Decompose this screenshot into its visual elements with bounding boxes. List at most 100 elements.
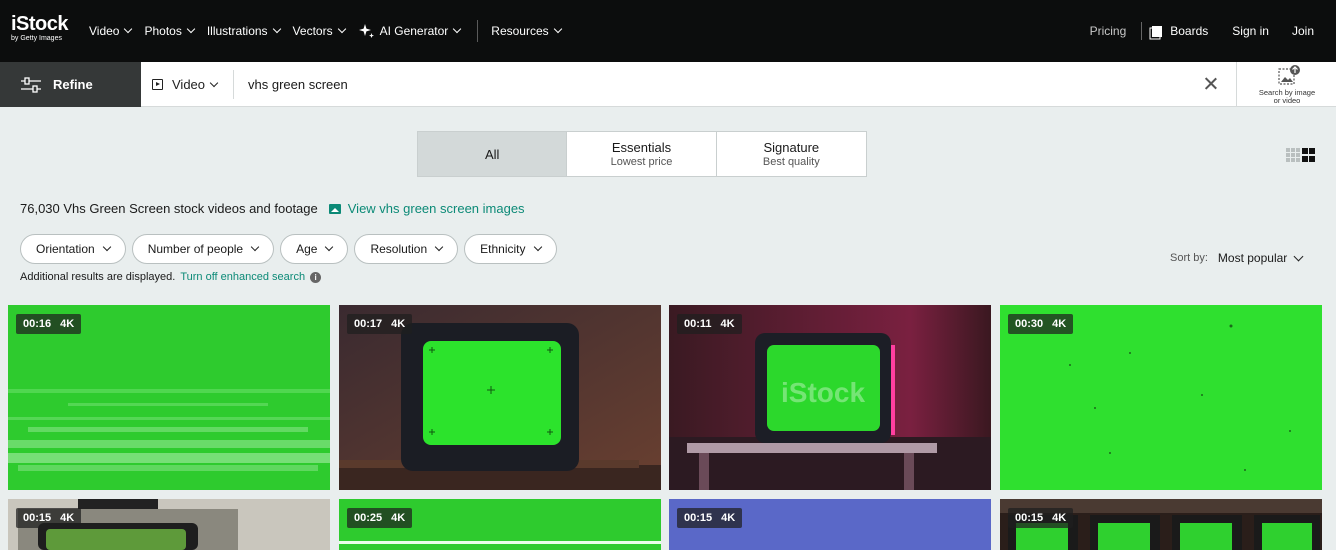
tab-essentials-label: Essentials [611,140,672,155]
filter-label: Resolution [370,242,428,256]
tab-signature-label: Signature [763,140,820,155]
video-thumbnail[interactable]: 00:15 4K [669,499,991,550]
nav-ai-generator[interactable]: AI Generator [358,23,462,40]
sort-dropdown[interactable]: Sort by: Most popular [1170,251,1304,265]
large-grid-icon[interactable] [1302,148,1316,162]
tab-essentials[interactable]: Essentials Lowest price [567,132,717,176]
quality-label: 4K [60,512,75,524]
svg-text:iStock: iStock [781,377,865,408]
quality-label: 4K [391,512,406,524]
chevron-down-icon [102,242,111,252]
video-thumbnail[interactable]: 00:30 4K [1000,305,1322,490]
filter-label: Orientation [36,242,95,256]
nav-video[interactable]: Video [89,24,133,38]
refine-label: Refine [53,77,93,92]
chevron-down-icon [250,242,260,252]
nav-links: Video Photos Illustrations Vectors AI Ge… [89,0,574,62]
quality-label: 4K [1052,512,1067,524]
small-grid-icon[interactable] [1286,148,1300,162]
istock-logo[interactable]: iStock by Getty Images [11,14,75,44]
filter-ethnicity[interactable]: Ethnicity [464,234,557,264]
quality-label: 4K [60,318,75,330]
video-thumbnail[interactable]: 00:15 4K [1000,499,1322,550]
grid-view-toggle [1284,148,1316,162]
refine-button[interactable]: Refine [0,62,141,107]
filter-orientation[interactable]: Orientation [20,234,126,264]
duration-badge: 00:30 4K [1008,314,1074,334]
search-by-image-label: Search by image or video [1258,88,1316,105]
tab-signature-subtitle: Best quality [762,156,820,168]
sparkle-icon [358,23,374,38]
nav-resources[interactable]: Resources [491,24,562,38]
enhanced-search-notice: Additional results are displayed. Turn o… [20,271,322,283]
duration-badge: 00:17 4K [347,314,413,334]
duration: 00:25 [354,512,383,524]
nav-divider [1141,22,1143,40]
chevron-down-icon [434,242,444,252]
info-icon[interactable]: i [310,271,322,283]
image-search-icon [1278,65,1300,85]
tab-all[interactable]: All [418,132,568,176]
filter-resolution[interactable]: Resolution [354,234,459,264]
sign-in-link[interactable]: Sign in [1232,24,1269,38]
video-thumbnail[interactable]: 00:16 4K [8,305,330,490]
video-thumbnail[interactable]: 00:17 4K [339,305,661,490]
divider [1236,62,1237,107]
chevron-down-icon [553,24,562,34]
enhanced-search-text: Additional results are displayed. [20,271,176,283]
view-images-label: View vhs green screen images [347,201,525,216]
sort-value: Most popular [1217,251,1288,265]
chevron-down-icon [272,24,281,34]
filter-bar: Orientation Number of people Age Resolut… [20,234,563,264]
duration-badge: 00:15 4K [1008,508,1074,528]
nav-illustrations[interactable]: Illustrations [207,24,281,38]
chevron-down-icon [209,78,219,87]
duration: 00:17 [354,318,383,330]
chevron-down-icon [453,24,462,34]
boards-icon [1152,25,1163,37]
nav-vectors[interactable]: Vectors [293,24,346,38]
license-tabs: All Essentials Lowest price Signature Be… [417,131,867,177]
join-link[interactable]: Join [1292,24,1314,38]
duration: 00:30 [1015,318,1044,330]
logo-subtitle: by Getty Images [11,35,62,42]
divider [233,70,234,99]
pricing-link[interactable]: Pricing [1090,24,1127,38]
duration-badge: 00:25 4K [347,508,413,528]
boards-label: Boards [1170,24,1209,38]
filter-age[interactable]: Age [280,234,349,264]
clear-search-icon[interactable] [1202,75,1220,93]
quality-label: 4K [391,318,406,330]
turn-off-enhanced-search-link[interactable]: Turn off enhanced search [180,271,305,283]
nav-account: Pricing Boards Sign in Join [1090,0,1314,62]
video-thumbnail[interactable]: 00:15 4K [8,499,330,550]
filter-label: Number of people [147,242,244,256]
chevron-down-icon [1293,251,1304,261]
video-play-icon [152,79,163,90]
top-nav: iStock by Getty Images Video Photos Illu… [0,0,1336,62]
filter-label: Ethnicity [480,242,526,256]
search-input[interactable] [248,70,1188,99]
duration-badge: 00:15 4K [16,508,82,528]
results-summary: 76,030 Vhs Green Screen stock videos and… [20,201,525,216]
view-images-link[interactable]: View vhs green screen images [328,201,525,216]
media-type-dropdown[interactable]: Video [152,62,219,107]
nav-ai-generator-label: AI Generator [379,24,449,38]
filter-number-of-people[interactable]: Number of people [131,234,275,264]
quality-label: 4K [720,318,735,330]
boards-link[interactable]: Boards [1152,24,1208,38]
media-type-label: Video [172,77,206,92]
nav-photos[interactable]: Photos [144,24,196,38]
search-by-image-button[interactable]: Search by image or video [1238,65,1336,107]
nav-divider [477,20,479,42]
sort-label: Sort by: [1170,252,1208,264]
nav-video-label: Video [89,24,120,38]
video-thumbnail[interactable]: 00:25 4K [339,499,661,550]
video-thumbnail[interactable]: iStock 00:11 4K [669,305,991,490]
nav-resources-label: Resources [491,24,549,38]
image-icon [328,203,341,214]
results-count: 76,030 Vhs Green Screen stock videos and… [20,201,318,216]
tab-signature[interactable]: Signature Best quality [717,132,866,176]
tab-essentials-subtitle: Lowest price [610,156,673,168]
logo-wordmark: iStock [11,13,69,35]
